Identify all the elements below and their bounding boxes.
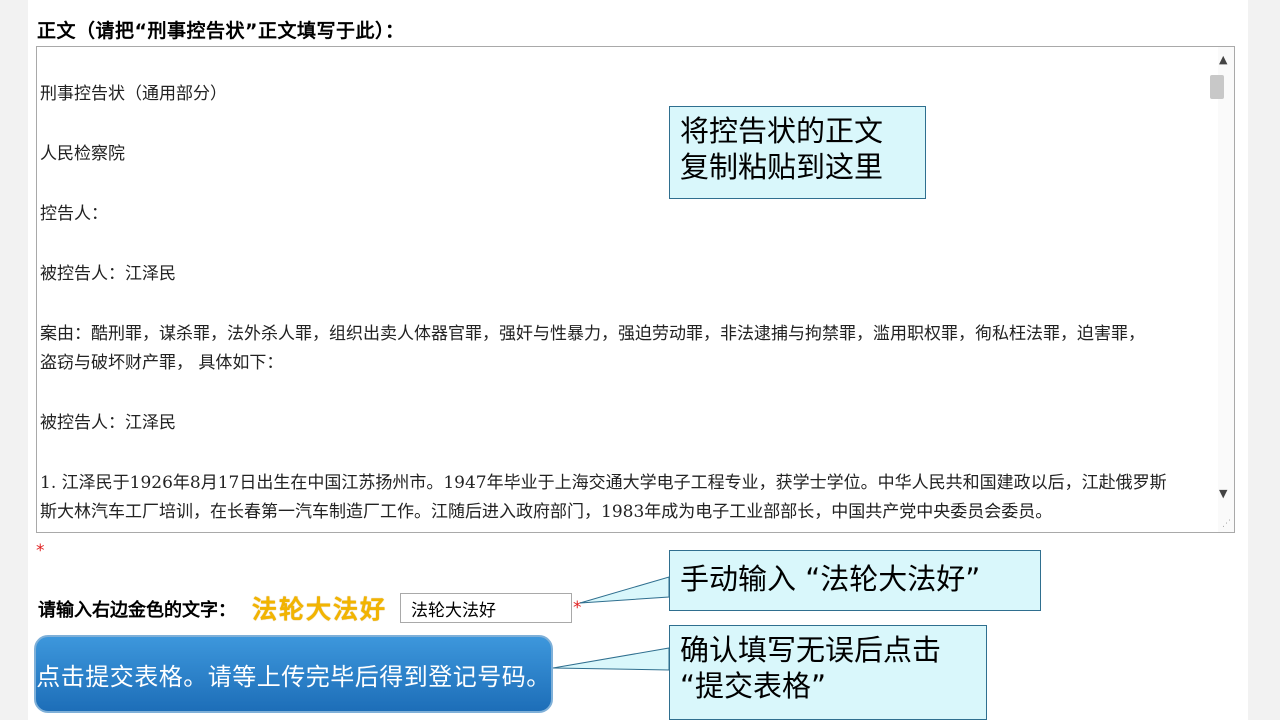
required-mark: * xyxy=(36,541,45,561)
captcha-input[interactable] xyxy=(400,593,572,623)
vertical-scrollbar[interactable] xyxy=(1218,47,1234,532)
body-field-heading: 正文（请把“刑事控告状”正文填写于此）： xyxy=(37,20,405,42)
paste-instruction-callout: 将控告状的正文 复制粘贴到这里 xyxy=(669,106,926,199)
captcha-required-mark: * xyxy=(573,598,582,618)
resize-grip-icon[interactable]: ⋰ xyxy=(1222,519,1231,529)
scroll-down-icon[interactable]: ▼ xyxy=(1219,487,1227,500)
paragraph-accused: 被控告人：江泽民 xyxy=(40,264,176,284)
scroll-up-icon[interactable]: ▲ xyxy=(1219,53,1227,66)
paragraph-complainant: 控告人： xyxy=(40,204,108,224)
submit-instruction-callout: 确认填写无误后点击 “提交表格” xyxy=(669,625,987,720)
right-frame xyxy=(1248,0,1280,720)
complaint-body-textarea[interactable]: 刑事控告状（通用部分） 人民检察院 控告人： 被控告人：江泽民 案由：酷刑罪，谋… xyxy=(36,46,1235,533)
submit-callout-pointer xyxy=(552,647,670,671)
textarea-content[interactable]: 刑事控告状（通用部分） 人民检察院 控告人： 被控告人：江泽民 案由：酷刑罪，谋… xyxy=(40,80,1210,532)
paragraph-charges: 案由：酷刑罪，谋杀罪，法外杀人罪，组织出卖人体器官罪，强奸与性暴力，强迫劳动罪，… xyxy=(40,324,1145,373)
paragraph-accused-2: 被控告人：江泽民 xyxy=(40,413,176,433)
captcha-label: 请输入右边金色的文字： xyxy=(38,600,236,621)
left-frame xyxy=(0,0,28,720)
captcha-image-text: 法轮大法好 xyxy=(252,595,388,624)
paragraph-title: 刑事控告状（通用部分） xyxy=(40,84,227,104)
captcha-instruction-callout: 手动输入 “法轮大法好” xyxy=(669,550,1041,611)
paragraph-details-1: 1. 江泽民于1926年8月17日出生在中国江苏扬州市。1947年毕业于上海交通… xyxy=(40,473,1167,522)
paragraph-procuratorate: 人民检察院 xyxy=(40,144,125,164)
submit-form-button[interactable]: 点击提交表格。请等上传完毕后得到登记号码。 xyxy=(34,635,553,713)
captcha-callout-pointer xyxy=(579,576,670,604)
scrollbar-thumb[interactable] xyxy=(1210,75,1224,99)
